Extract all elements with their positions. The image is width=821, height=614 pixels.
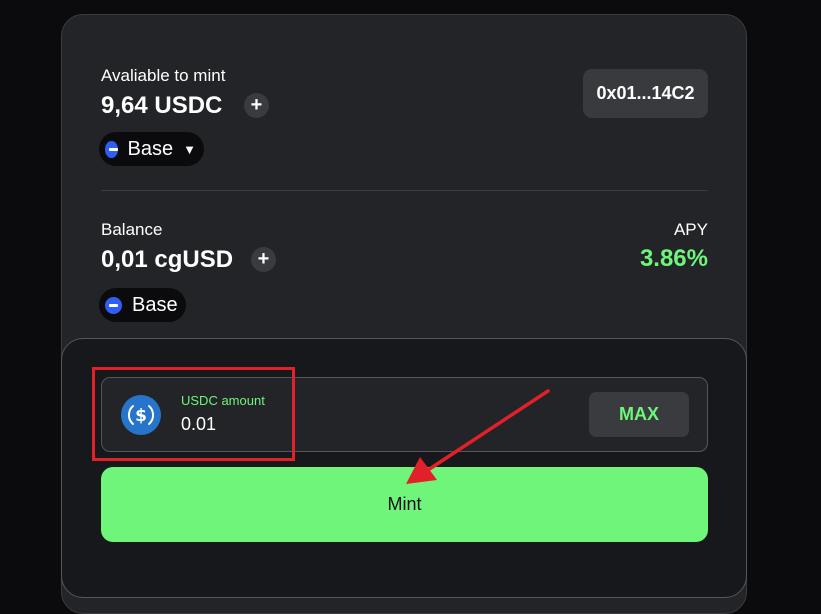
- add-usdc-plus-icon[interactable]: +: [244, 93, 269, 118]
- chain-select-dropdown[interactable]: Base ▼: [99, 132, 204, 166]
- apy-label: APY: [673, 220, 708, 239]
- annotation-highlight-box: [92, 367, 295, 461]
- available-amount: 9,64 USDC: [101, 92, 223, 119]
- mint-button[interactable]: Mint: [101, 467, 708, 542]
- balance-label: Balance: [101, 220, 163, 239]
- section-divider: [101, 190, 708, 191]
- chevron-down-icon: ▼: [183, 141, 196, 157]
- max-button[interactable]: MAX: [589, 392, 689, 437]
- apy-value: 3.86%: [639, 245, 708, 272]
- wallet-address-button[interactable]: 0x01...14C2: [583, 69, 708, 118]
- base-chain-icon: [105, 140, 118, 158]
- add-cgusd-plus-icon[interactable]: +: [251, 247, 276, 272]
- chain-select-label: Base: [127, 137, 174, 160]
- available-to-mint-label: Avaliable to mint: [101, 66, 226, 85]
- balance-amount: 0,01 cgUSD: [101, 246, 234, 273]
- balance-chain-badge: Base: [99, 288, 186, 322]
- balance-chain-label: Base: [132, 293, 178, 316]
- base-chain-icon: [105, 296, 122, 314]
